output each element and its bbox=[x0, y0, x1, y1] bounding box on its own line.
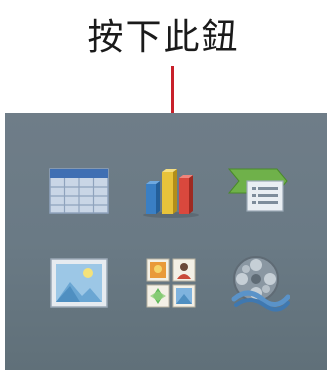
callout-label: 按下此鈕 bbox=[87, 17, 240, 58]
insert-picture-icon bbox=[50, 258, 108, 308]
content-placeholder-panel bbox=[5, 113, 327, 370]
insert-clipart-button[interactable] bbox=[139, 251, 203, 315]
insert-media-button[interactable] bbox=[227, 251, 291, 315]
insert-chart-icon bbox=[143, 169, 199, 218]
insert-picture-button[interactable] bbox=[47, 251, 111, 315]
insert-smartart-button[interactable] bbox=[227, 159, 291, 223]
insert-table-icon bbox=[49, 168, 109, 214]
insert-table-button[interactable] bbox=[47, 159, 111, 223]
insert-clipart-icon bbox=[146, 258, 196, 308]
insert-media-icon bbox=[231, 256, 290, 312]
insert-chart-button[interactable] bbox=[139, 159, 203, 223]
screenshot-stage: 按下此鈕 bbox=[0, 0, 327, 373]
insert-smartart-icon bbox=[227, 168, 288, 212]
